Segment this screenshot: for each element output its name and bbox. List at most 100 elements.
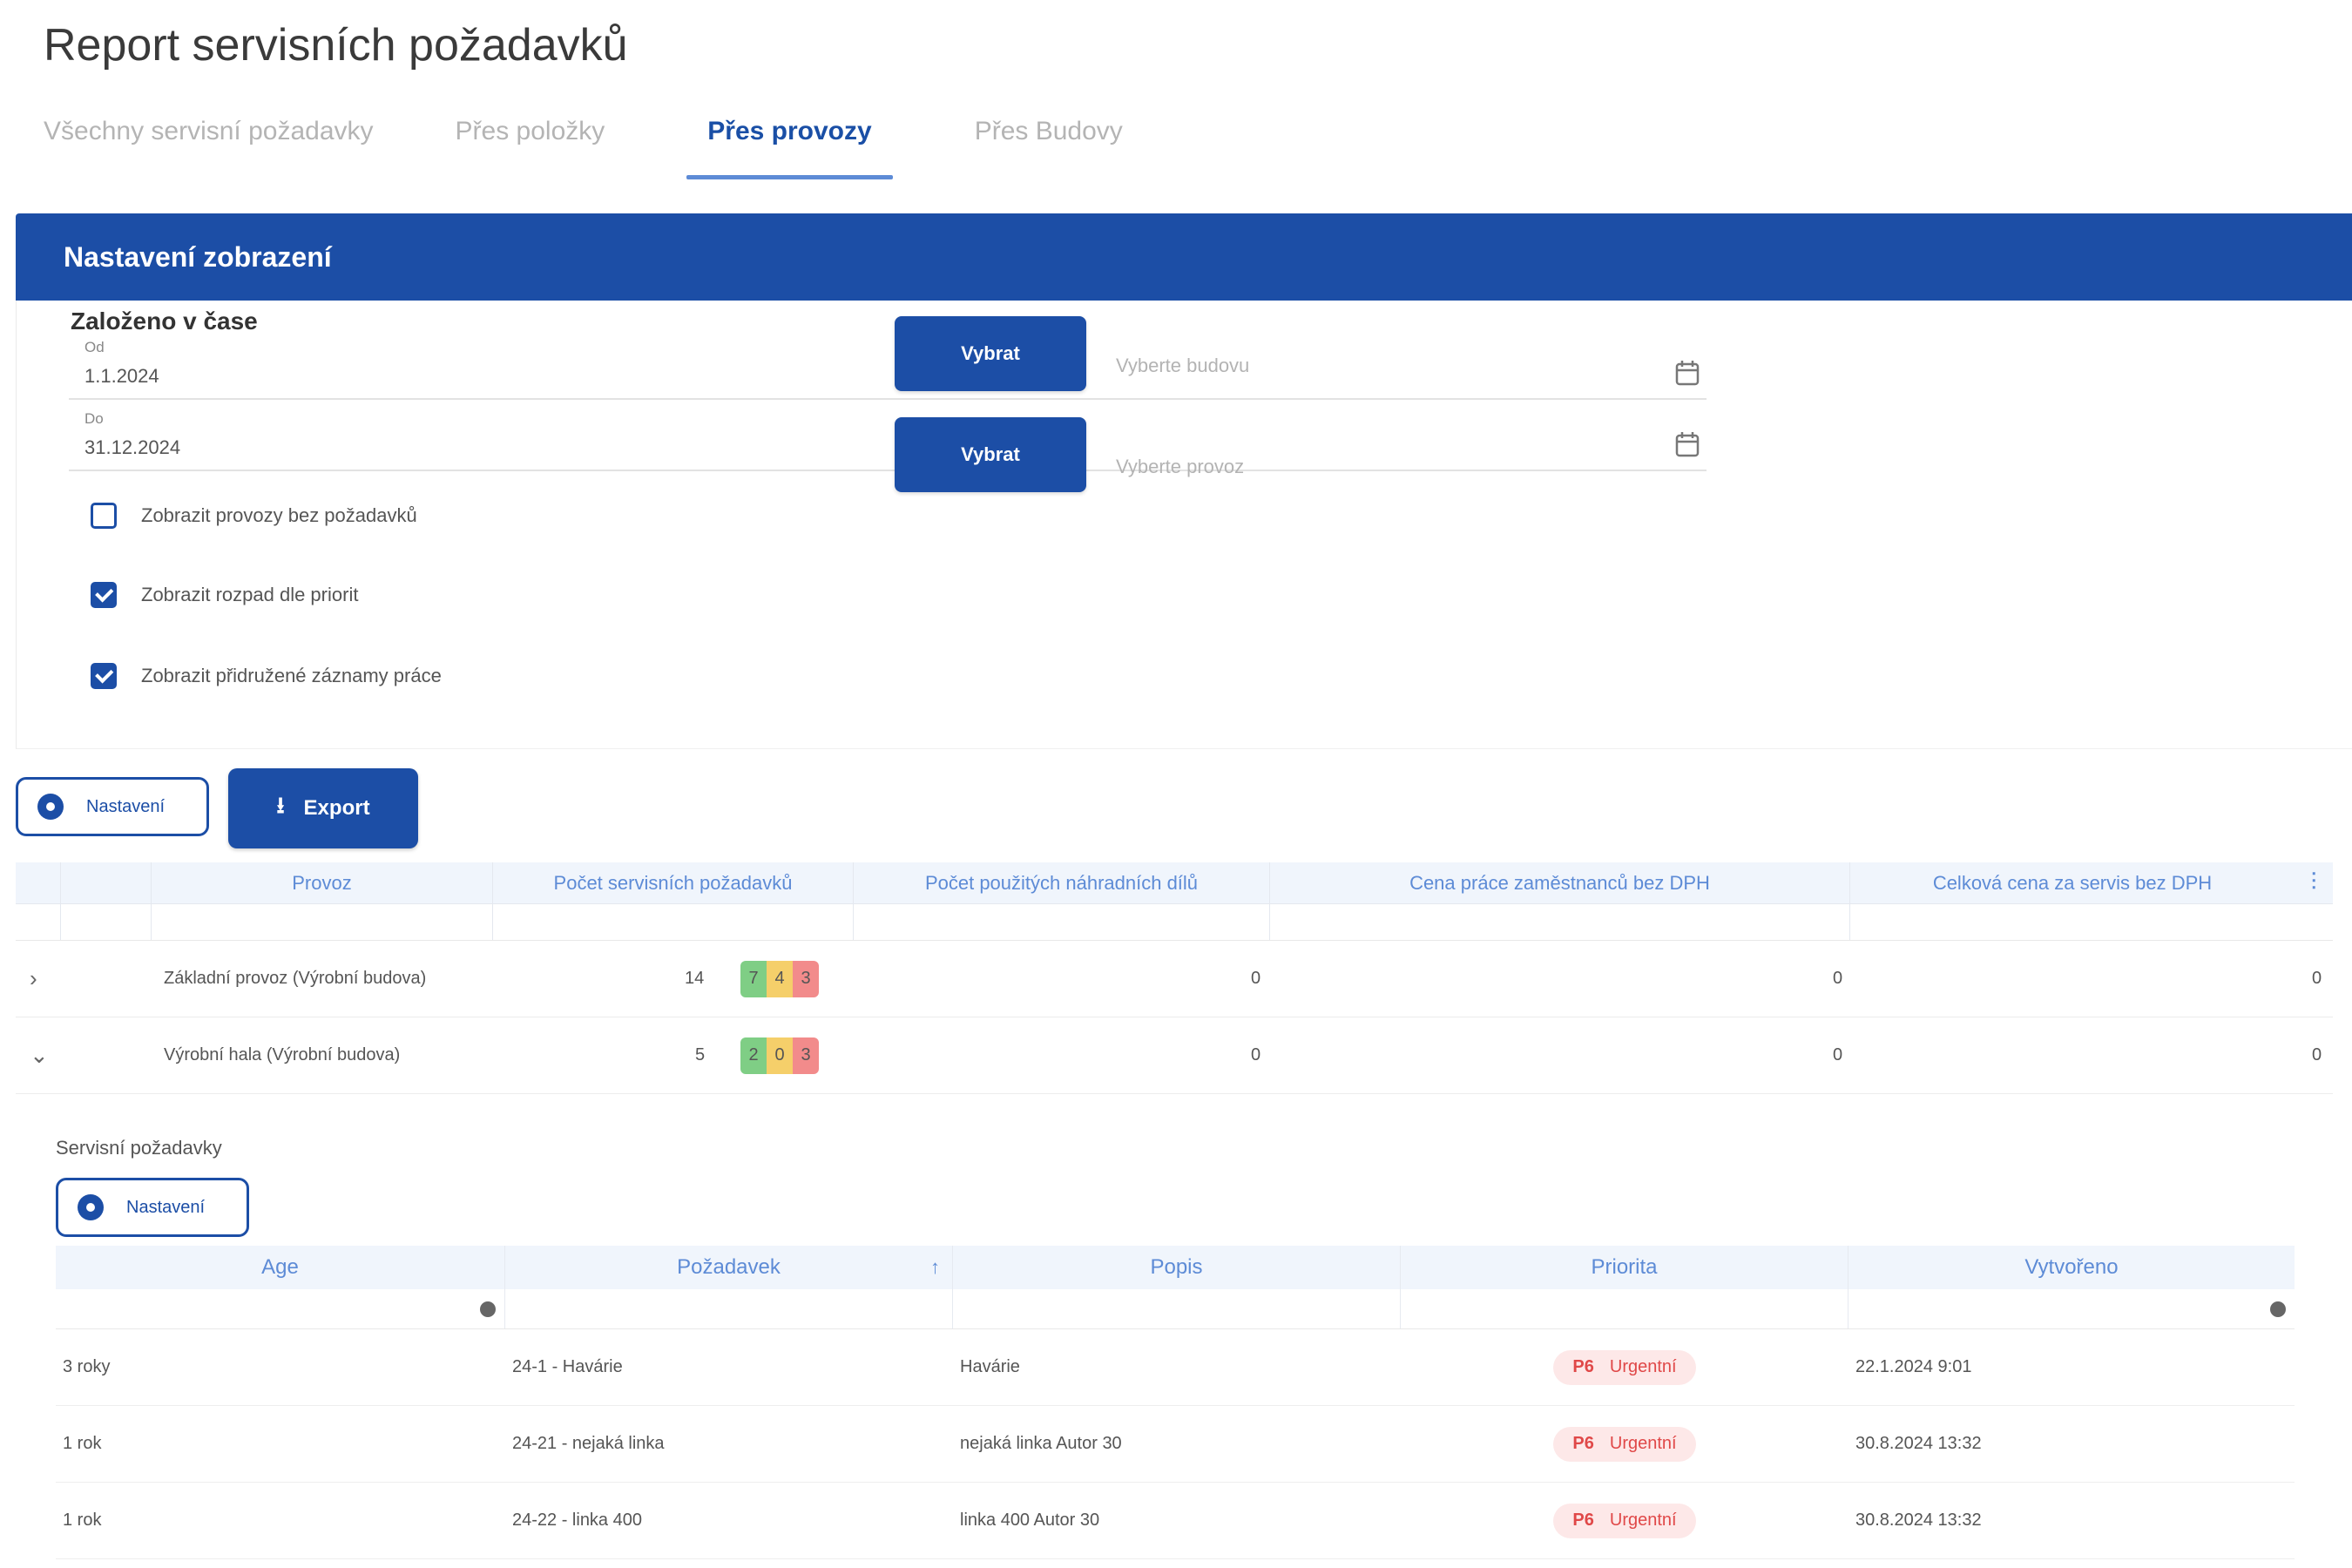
filter-icon[interactable]	[480, 1301, 496, 1317]
subgrid-settings-label: Nastavení	[126, 1197, 206, 1217]
col-request-label: Požadavek	[677, 1255, 781, 1279]
choose-building-button[interactable]: Vybrat	[895, 316, 1086, 391]
date-to-field[interactable]: Do 31.12.2024	[69, 409, 1707, 471]
tab-by-buildings[interactable]: Přes Budovy	[954, 112, 1144, 179]
request-cell[interactable]: 24-1 - Havárie	[505, 1357, 953, 1377]
parts-count: 0	[1251, 969, 1261, 988]
table-row[interactable]: 3 roky 24-1 - Havárie Havárie P6 Urgentní…	[56, 1329, 2295, 1406]
column-menu-icon[interactable]: ⫶	[2295, 862, 2333, 903]
export-button[interactable]: ⭳ Export	[228, 768, 418, 848]
col-created[interactable]: Vytvořeno	[1848, 1246, 2295, 1289]
filter-cell[interactable]	[1850, 904, 2333, 940]
request-count: 5	[695, 1045, 706, 1064]
col-operation[interactable]: Provoz	[152, 862, 493, 903]
tab-all-requests[interactable]: Všechny servisní požadavky	[24, 112, 395, 179]
priority-medium-count: 0	[767, 1037, 793, 1074]
created-cell: 30.8.2024 13:32	[1855, 1434, 1982, 1453]
created-cell: 22.1.2024 9:01	[1855, 1357, 1972, 1376]
priority-cell: P6 Urgentní	[1401, 1426, 1848, 1462]
priority-low-count: 7	[740, 960, 767, 997]
priority-label: Urgentní	[1609, 1357, 1677, 1376]
priority-label: Urgentní	[1609, 1434, 1677, 1453]
priority-high-count: 3	[793, 960, 819, 997]
checkbox-label: Zobrazit přidružené záznamy práce	[141, 665, 442, 686]
parts-count: 0	[1251, 1045, 1261, 1064]
filter-cell[interactable]	[505, 1289, 953, 1328]
description-cell: Havárie	[960, 1357, 1020, 1376]
request-cell[interactable]: 24-22 - linka 400	[505, 1511, 953, 1531]
operation-name: Základní provoz (Výrobní budova)	[164, 969, 427, 988]
priority-badge: P6 Urgentní	[1553, 1349, 1696, 1385]
labor-cost: 0	[1833, 1045, 1843, 1064]
checkbox[interactable]	[91, 582, 117, 608]
date-range-title: Založeno v čase	[71, 308, 258, 335]
table-row[interactable]: › Základní provoz (Výrobní budova) 14 7 …	[16, 941, 2333, 1017]
gear-icon	[37, 794, 64, 820]
filter-cell[interactable]	[1848, 1289, 2295, 1328]
col-priority[interactable]: Priorita	[1401, 1246, 1848, 1289]
date-from-field[interactable]: Od 1.1.2024	[69, 337, 1707, 400]
filter-cell[interactable]	[493, 904, 854, 940]
priority-high-count: 3	[793, 1037, 819, 1074]
date-to-value[interactable]: 31.12.2024	[84, 436, 180, 459]
priority-label: Urgentní	[1609, 1511, 1677, 1530]
filter-cell[interactable]	[56, 1289, 505, 1328]
request-cell[interactable]: 24-21 - nejaká linka	[505, 1434, 953, 1454]
total-cost: 0	[2312, 1045, 2322, 1064]
choose-building-hint: Vyberte budovu	[1116, 355, 1250, 376]
calendar-icon[interactable]	[1675, 360, 1700, 386]
tab-by-operations[interactable]: Přes provozy	[686, 112, 894, 179]
age-cell: 3 roky	[63, 1357, 111, 1376]
operations-grid: Provoz Počet servisních požadavků Počet …	[16, 862, 2333, 1094]
calendar-icon[interactable]	[1675, 431, 1700, 457]
subgrid-settings-button[interactable]: Nastavení	[56, 1178, 249, 1237]
page-title: Report servisních požadavků	[44, 20, 628, 71]
table-row[interactable]: 1 rok 24-22 - linka 400 linka 400 Autor …	[56, 1483, 2295, 1559]
col-request-count[interactable]: Počet servisních požadavků	[493, 862, 854, 903]
col-age[interactable]: Age	[56, 1246, 505, 1289]
settings-header[interactable]: Nastavení zobrazení	[16, 213, 2352, 301]
tab-bar: Všechny servisní požadavky Přes položky …	[44, 112, 1205, 179]
description-cell: linka 400 Autor 30	[960, 1511, 1100, 1530]
priority-code: P6	[1572, 1357, 1594, 1376]
filter-icon[interactable]	[2270, 1301, 2286, 1317]
checkbox[interactable]	[91, 663, 117, 689]
col-parts-count[interactable]: Počet použitých náhradních dílů	[854, 862, 1270, 903]
col-total-cost[interactable]: Celková cena za servis bez DPH	[1850, 862, 2295, 903]
sort-arrow-icon[interactable]: ↑	[930, 1256, 940, 1279]
checkbox-show-priority-breakdown[interactable]: Zobrazit rozpad dle priorit	[91, 582, 358, 608]
service-requests-grid: Age Požadavek ↑ Popis Priorita Vytvořeno…	[56, 1246, 2295, 1559]
settings-panel: Založeno v čase Od 1.1.2024 Do 31.12.202…	[16, 301, 2352, 749]
col-description[interactable]: Popis	[953, 1246, 1401, 1289]
col-request[interactable]: Požadavek ↑	[505, 1246, 953, 1289]
labor-cost: 0	[1833, 969, 1843, 988]
checkbox[interactable]	[91, 503, 117, 529]
filter-cell[interactable]	[953, 1289, 1401, 1328]
grid-settings-label: Nastavení	[86, 796, 166, 816]
checkbox-show-operations-without-requests[interactable]: Zobrazit provozy bez požadavků	[91, 503, 417, 529]
priority-cell: P6 Urgentní	[1401, 1503, 1848, 1538]
created-cell: 30.8.2024 13:32	[1855, 1511, 1982, 1530]
filter-cell[interactable]	[854, 904, 1270, 940]
filter-cell[interactable]	[152, 904, 493, 940]
choose-operation-button[interactable]: Vybrat	[895, 417, 1086, 492]
request-count: 14	[685, 969, 705, 988]
col-labor-cost[interactable]: Cena práce zaměstnanců bez DPH	[1270, 862, 1850, 903]
date-from-value[interactable]: 1.1.2024	[84, 365, 159, 388]
filter-cell	[16, 904, 61, 940]
priority-badge: P6 Urgentní	[1553, 1503, 1696, 1538]
checkbox-show-work-records[interactable]: Zobrazit přidružené záznamy práce	[91, 663, 442, 689]
table-row[interactable]: 1 rok 24-21 - nejaká linka nejaká linka …	[56, 1406, 2295, 1483]
collapse-icon[interactable]: ⌄	[30, 1042, 49, 1069]
age-cell: 1 rok	[63, 1511, 102, 1530]
grid-settings-button[interactable]: Nastavení	[16, 777, 209, 836]
tab-by-items[interactable]: Přes položky	[435, 112, 626, 179]
filter-cell[interactable]	[1401, 1289, 1848, 1328]
expand-icon[interactable]: ›	[30, 965, 37, 992]
table-row[interactable]: ⌄ Výrobní hala (Výrobní budova) 5 2 0 3 …	[16, 1017, 2333, 1094]
date-from-label: Od	[84, 339, 105, 355]
filter-cell[interactable]	[1270, 904, 1850, 940]
download-icon: ⭳	[276, 792, 285, 818]
export-label: Export	[303, 796, 370, 820]
priority-breakdown: 2 0 3	[740, 1037, 819, 1074]
